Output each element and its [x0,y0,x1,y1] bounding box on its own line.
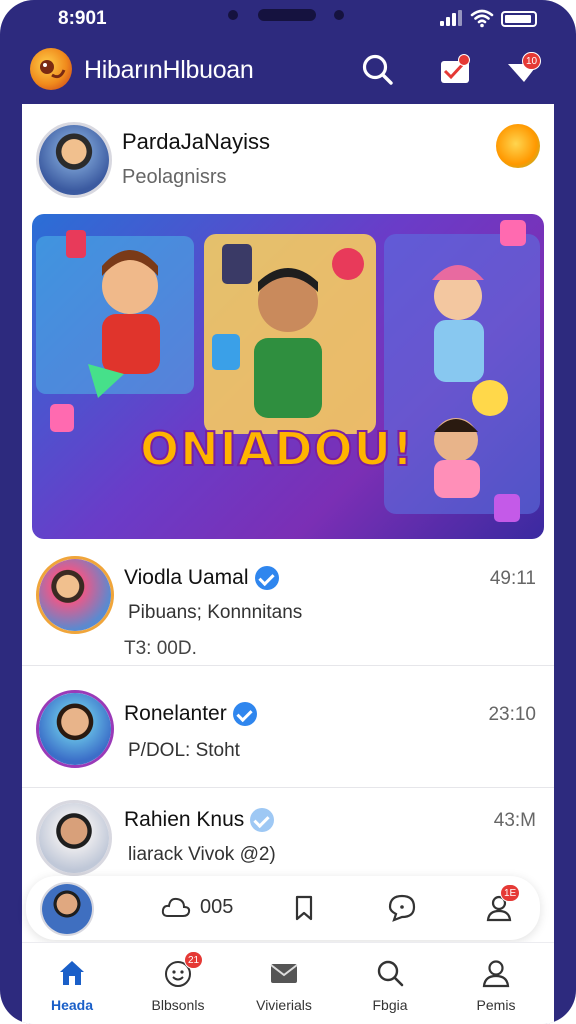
tab-messages[interactable]: Vivierials [234,943,334,1024]
favorites-button[interactable]: 10 [504,50,544,90]
envelope-icon [270,964,298,983]
chat-message: Pibuans; Konnnitans [128,602,303,623]
heart-badge: 10 [522,52,542,70]
verified-icon [250,808,275,833]
verified-icon [232,702,257,727]
cloud-count: 005 [200,896,234,918]
chat-name: Rahien Knus [124,808,275,833]
tab-label: Blbsonls [151,997,205,1013]
mail-icon [441,61,469,83]
chat-bubble-icon[interactable] [386,892,418,924]
inbox-dot [458,54,470,66]
chat-message-extra: T3: 00D. [124,638,197,659]
status-time: 8:901 [58,8,107,29]
camera-dot [228,10,238,20]
chat-row[interactable]: Ronelanter 23:10 P/DOL: Stoht [22,666,554,788]
search-icon [377,960,404,987]
post-author-name[interactable]: PardaJaNayiss [122,129,270,155]
tab-label: Pemis [476,997,516,1013]
chat-avatar [36,556,114,634]
banner-illustration [36,220,540,522]
chat-name: Ronelanter [124,702,257,727]
person-icon [482,960,510,988]
app-bar: HibarınHlbuoan 10 [0,38,576,104]
chat-message: P/DOL: Stoht [128,740,240,761]
chat-row[interactable]: Viodla Uamal 49:11 Pibuans; Konnnitans T… [22,542,554,666]
battery-icon [501,11,537,27]
chat-avatar [36,690,114,768]
content-screen: PardaJaNayiss Peolagnisrs ONIADOU! Viodl… [22,104,554,1024]
chat-time: 23:10 [488,704,536,725]
profile-avatar[interactable] [40,882,94,936]
wifi-icon [470,9,494,28]
banner-title: ONIADOU! [139,421,414,477]
cloud-icon [161,897,191,917]
post-header: PardaJaNayiss Peolagnisrs [22,104,554,206]
verified-icon [254,566,279,591]
post-author-avatar[interactable] [36,122,112,198]
tab-label: Vivierials [256,997,312,1013]
bottom-tab-bar: Heada 21 Blbsonls Vivierials Fbgia Pemis [22,942,554,1024]
chat-row[interactable]: Rahien Knus 43:M liarack Vivok @2) [22,788,554,876]
sensor-dot [334,10,344,20]
tab-profile[interactable]: Pemis [446,943,546,1024]
speaker-bar [258,9,316,21]
tab-home[interactable]: Heada [22,943,122,1024]
status-bar: 8:901 [0,0,576,38]
chat-name: Viodla Uamal [124,566,279,591]
quick-action-dock: 005 1E [26,876,540,940]
chat-avatar [36,800,112,876]
search-icon[interactable] [358,50,398,90]
tab-badge: 21 [184,951,204,969]
signal-icon [440,10,462,26]
chat-message: liarack Vivok @2) [128,844,276,865]
chat-time: 43:M [493,810,536,831]
inbox-button[interactable] [436,50,476,90]
app-logo[interactable] [30,48,72,90]
alerts-badge: 1E [500,884,521,902]
tab-label: Heada [50,997,94,1013]
post-banner-image[interactable]: ONIADOU! [32,214,544,539]
cloud-button[interactable]: 005 [160,892,250,924]
tab-notifications[interactable]: 21 Blbsonls [128,943,228,1024]
reaction-sticker-icon[interactable] [496,124,540,168]
home-icon [60,961,84,985]
app-title: HibarınHlbuoan [84,56,254,84]
tab-label: Fbgia [372,997,408,1013]
alerts-button[interactable]: 1E [484,884,521,924]
phone-frame: 8:901 HibarınHlbuoan 10 PardaJaNayiss Pe… [0,0,576,1024]
post-subtitle: Peolagnisrs [122,166,227,188]
chat-time: 49:11 [489,568,536,589]
tab-search[interactable]: Fbgia [340,943,440,1024]
bookmark-icon[interactable] [288,892,320,924]
